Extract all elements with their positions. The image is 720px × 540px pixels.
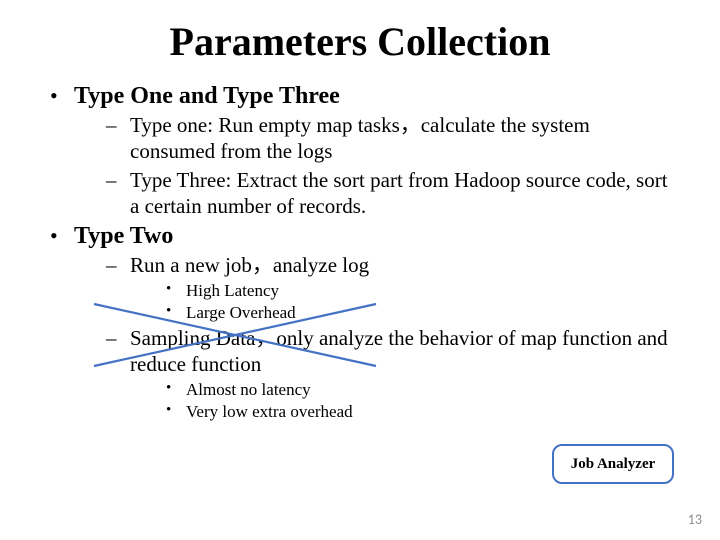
bullet-type-two: Type Two Run a new job，analyze log High … [44,223,680,422]
sub-item-accepted: Sampling Data，only analyze the behavior … [102,325,680,422]
sub-sub-list: Almost no latency Very low extra overhea… [130,379,680,422]
slide-title: Parameters Collection [40,18,680,65]
callout-label: Job Analyzer [571,456,656,473]
sub-sub-item: Almost no latency [158,379,680,400]
bullet-list: Type One and Type Three Type one: Run em… [40,83,680,422]
bullet-type-one-three: Type One and Type Three Type one: Run em… [44,83,680,219]
sub-item-text: Sampling Data，only analyze the behavior … [130,326,668,376]
sub-sub-item: Large Overhead [158,302,680,323]
bullet-heading: Type Two [74,223,173,249]
page-number: 13 [688,511,702,528]
sub-item-text: Run a new job，analyze log [130,253,369,277]
sub-sub-list: High Latency Large Overhead [130,280,680,323]
sub-sub-item: Very low extra overhead [158,401,680,422]
sub-item: Type Three: Extract the sort part from H… [102,167,680,220]
bullet-heading: Type One and Type Three [74,83,340,109]
sub-item-rejected: Run a new job，analyze log High Latency L… [102,252,680,323]
sub-list: Run a new job，analyze log High Latency L… [74,252,680,422]
sub-list: Type one: Run empty map tasks，calculate … [74,112,680,219]
callout-job-analyzer: Job Analyzer [552,444,674,484]
slide: Parameters Collection Type One and Type … [0,0,720,540]
sub-item: Type one: Run empty map tasks，calculate … [102,112,680,165]
sub-sub-item: High Latency [158,280,680,301]
